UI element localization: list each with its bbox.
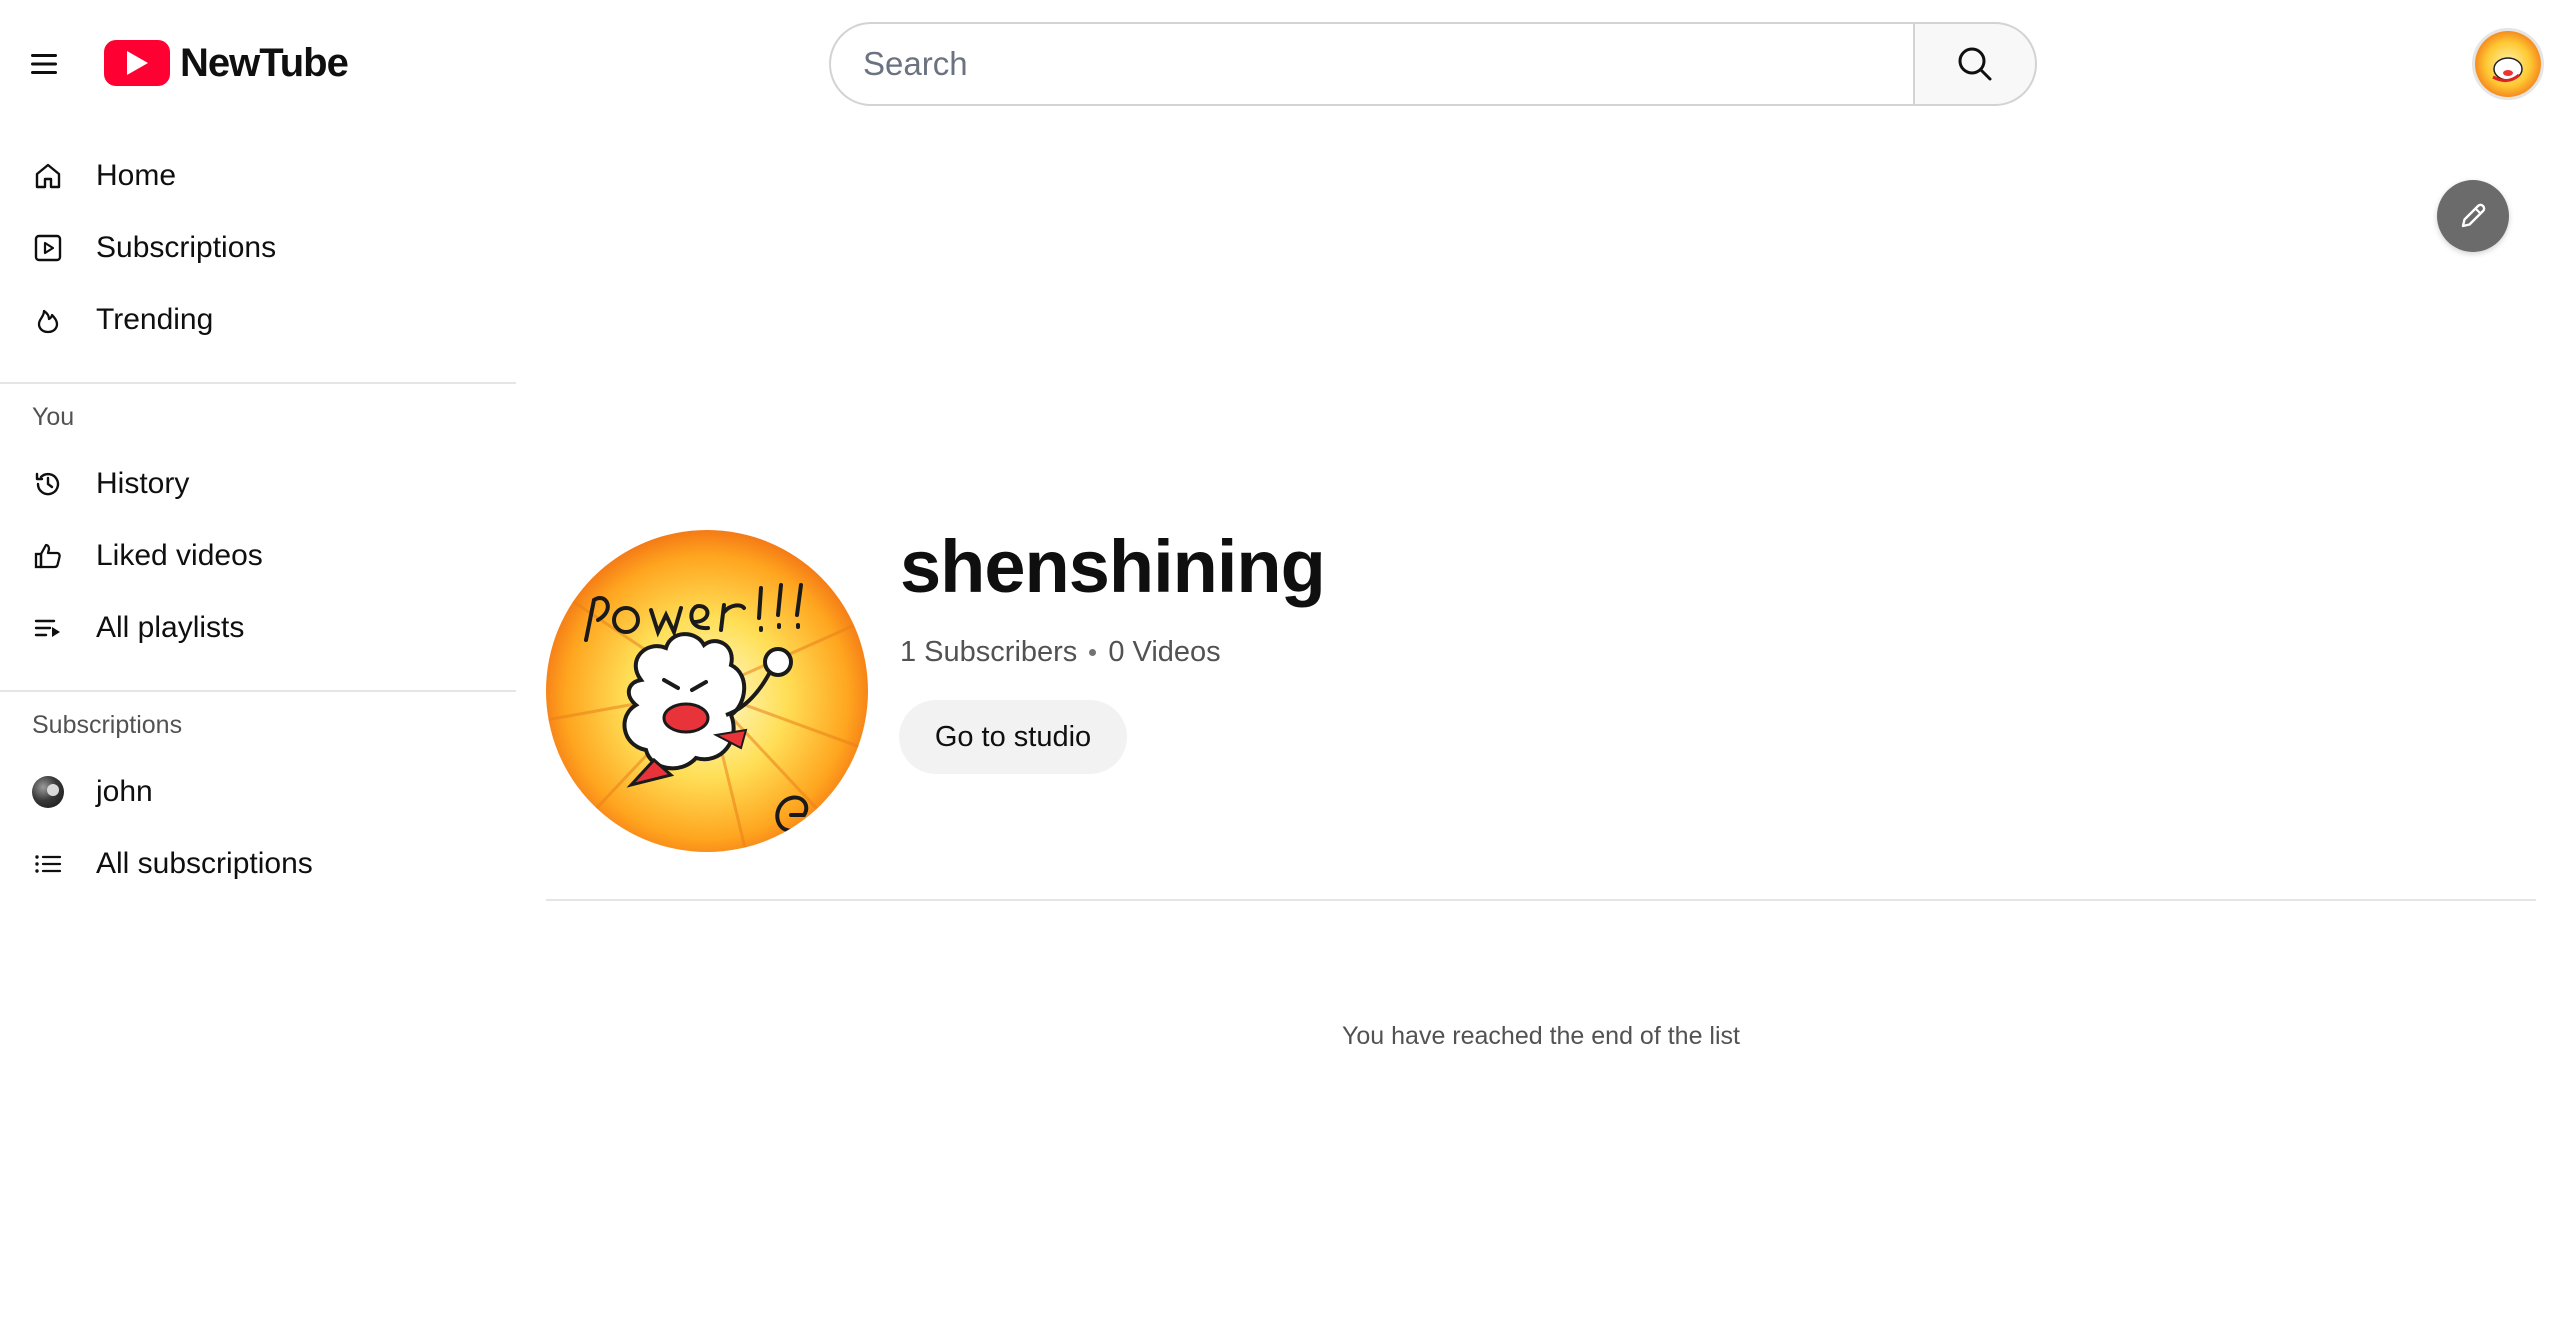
edit-banner-button[interactable]	[2437, 180, 2509, 252]
flame-icon	[30, 302, 66, 338]
channel-stats: 1 Subscribers 0 Videos	[900, 636, 1221, 669]
sidebar-item-subscriptions[interactable]: Subscriptions	[0, 212, 516, 284]
user-avatar-image	[2475, 31, 2541, 97]
play-logo-icon	[104, 40, 170, 86]
channel-avatar-image	[546, 530, 868, 852]
search-button[interactable]	[1913, 22, 2037, 106]
go-to-studio-button[interactable]: Go to studio	[899, 700, 1127, 774]
sidebar-heading-you: You	[32, 403, 75, 431]
channel-name: shenshining	[900, 525, 1326, 608]
user-avatar[interactable]	[2472, 28, 2544, 100]
playlist-icon	[30, 610, 66, 646]
history-icon	[30, 466, 66, 502]
avatar	[32, 776, 64, 808]
subscriptions-icon	[30, 230, 66, 266]
logo[interactable]: NewTube	[104, 40, 349, 86]
sidebar-item-label: History	[96, 467, 190, 500]
sidebar-item-label: Subscriptions	[96, 231, 277, 264]
menu-button[interactable]	[22, 42, 66, 86]
sidebar-item-label: All subscriptions	[96, 847, 313, 880]
sidebar-item-trending[interactable]: Trending	[0, 284, 516, 356]
content-divider	[546, 899, 2536, 901]
list-icon	[30, 846, 66, 882]
top-bar: NewTube	[0, 0, 2551, 128]
sidebar-item-label: john	[96, 775, 153, 808]
home-icon	[30, 158, 66, 194]
subscriber-count: 1 Subscribers	[900, 636, 1078, 668]
sidebar-item-home[interactable]: Home	[0, 140, 516, 212]
sidebar-item-label: Home	[96, 159, 177, 192]
sidebar-item-label: All playlists	[96, 611, 245, 644]
sidebar-item-all-playlists[interactable]: All playlists	[0, 592, 516, 664]
sidebar-item-liked-videos[interactable]: Liked videos	[0, 520, 516, 592]
end-of-list-message: You have reached the end of the list	[1342, 1022, 1740, 1050]
search-input[interactable]	[829, 22, 1913, 106]
sidebar-item-john[interactable]: john	[0, 756, 516, 828]
separator-dot	[1089, 649, 1097, 656]
search-icon	[1958, 47, 1992, 81]
sidebar: Home Subscriptions Trending You History …	[0, 128, 516, 1330]
pencil-icon	[2461, 203, 2486, 228]
sidebar-item-label: Liked videos	[96, 539, 263, 572]
channel-avatar[interactable]	[546, 530, 868, 852]
search-bar	[829, 22, 2037, 106]
hamburger-menu-icon	[31, 54, 57, 74]
logo-text: NewTube	[180, 40, 349, 85]
sidebar-item-history[interactable]: History	[0, 448, 516, 520]
thumbs-up-icon	[30, 538, 66, 574]
sidebar-item-all-subscriptions[interactable]: All subscriptions	[0, 828, 516, 900]
video-count: 0 Videos	[1108, 636, 1221, 668]
sidebar-item-label: Trending	[96, 303, 214, 336]
sidebar-heading-subscriptions: Subscriptions	[32, 711, 183, 739]
